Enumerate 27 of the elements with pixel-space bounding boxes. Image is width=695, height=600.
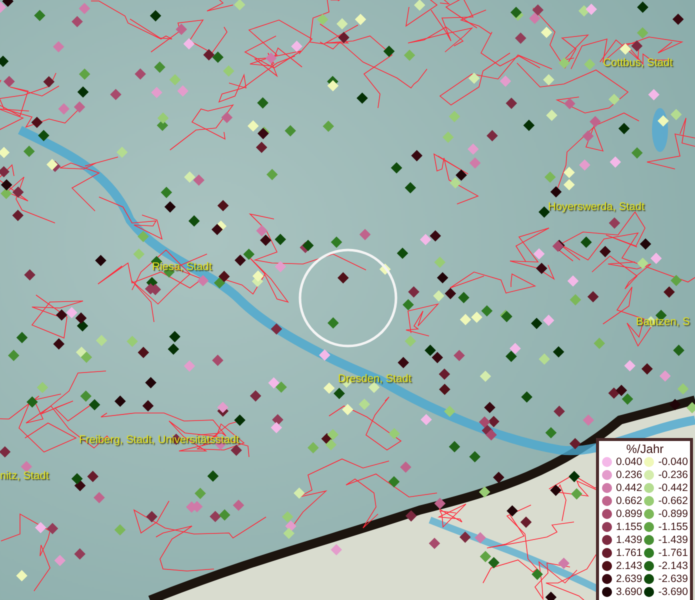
place-label: Dresden, Stadt [338, 373, 412, 385]
legend-value: 1.439 [616, 534, 642, 546]
legend-value: 0.899 [616, 508, 642, 520]
legend-value: -0.040 [658, 456, 688, 468]
place-label: Hoyerswerda, Stadt [548, 201, 645, 213]
legend-value: -2.143 [658, 560, 688, 572]
legend-title: %/Jahr [625, 442, 665, 456]
legend-value: -1.761 [658, 547, 688, 559]
legend-value: 3.690 [616, 586, 642, 598]
legend-value: 2.639 [616, 573, 642, 585]
legend-value: 0.236 [616, 469, 642, 481]
legend-value: -0.899 [658, 508, 688, 520]
legend-value: -0.442 [658, 482, 688, 494]
place-label: nitz, Stadt [0, 470, 49, 482]
legend-value: -1.439 [658, 534, 688, 546]
legend-value: 0.040 [616, 456, 642, 468]
place-label: Cottbus, Stadt [603, 57, 673, 69]
legend-value: 1.155 [616, 521, 642, 533]
legend-value: -0.662 [658, 495, 688, 507]
legend-value: -1.155 [658, 521, 688, 533]
legend-value: 0.662 [616, 495, 642, 507]
legend-value: -3.690 [658, 586, 688, 598]
legend-value: 2.143 [616, 560, 642, 572]
legend-value: 0.442 [616, 482, 642, 494]
legend-value: -0.236 [658, 469, 688, 481]
legend-value: 1.761 [616, 547, 642, 559]
legend-value: -2.639 [658, 573, 688, 585]
